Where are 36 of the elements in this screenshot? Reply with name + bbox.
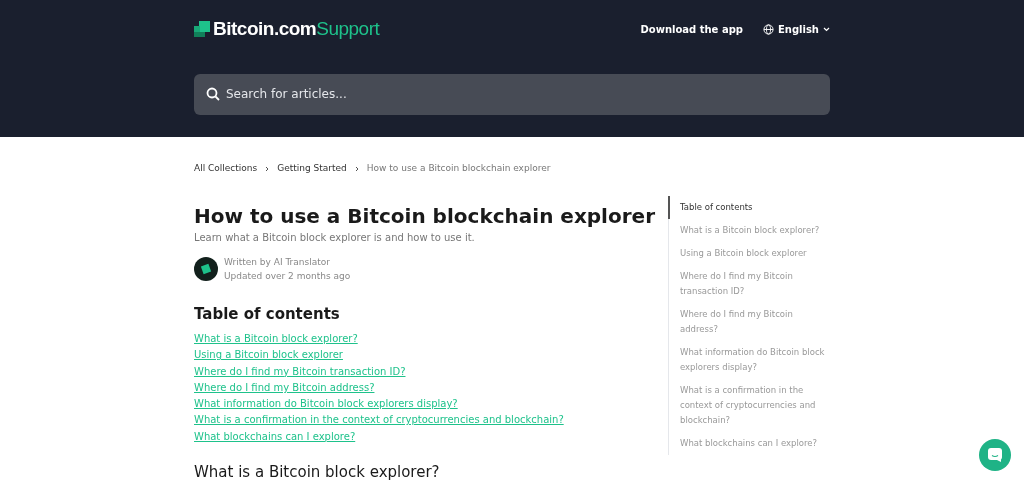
toc-link[interactable]: What information do Bitcoin block explorers display? [194,396,458,413]
toc-link[interactable]: What is a Bitcoin block explorer? [194,331,358,348]
globe-icon [762,23,774,35]
side-toc-link[interactable]: What is a Bitcoin block explorer? [668,218,830,242]
toc-link[interactable]: Where do I find my Bitcoin address? [194,379,375,397]
section-heading: What is a Bitcoin block explorer? [194,462,441,484]
logo-icon [194,21,210,38]
chevron-icon [823,26,830,32]
toc-heading: Table of contents [194,303,341,325]
side-toc-link[interactable]: Where do I find my Bitcoin address? [668,302,830,341]
side-toc-link[interactable]: Table of contents [668,195,830,219]
language-button[interactable]: English [762,21,830,37]
toc-link[interactable]: Using a Bitcoin block explorer [194,347,343,364]
article-subtitle: Learn what a Bitcoin block explorer is and how to use it. [194,230,476,245]
toc-link[interactable]: What is a confirmation in the context of cryptocurrencies and blockchain? [194,412,564,429]
chevron-right-icon [265,165,270,172]
breadcrumb-link[interactable]: Getting Started [277,162,347,176]
side-toc-link[interactable]: What is a confirmation in the context of cryptocurrencies and blockchain? [668,378,830,432]
chat-icon [988,448,1002,462]
article-title: How to use a Bitcoin blockchain explorer [194,202,655,230]
chat-button[interactable] [979,439,1011,471]
breadcrumb-link[interactable]: How to use a Bitcoin blockchain explorer [366,162,551,176]
toc-link[interactable]: What blockchains can I explore? [194,428,356,446]
search-field[interactable]: Search for articles... [194,73,830,115]
chevron-right-icon [354,165,359,172]
updated-text: Updated over 2 months ago [224,269,351,283]
side-toc-link[interactable]: What information do Bitcoin block explorers display? [668,340,830,379]
search-icon [206,86,220,101]
author-avatar [194,256,218,281]
side-toc-link[interactable]: Using a Bitcoin block explorer [668,241,830,265]
breadcrumb-link[interactable]: All Collections [194,162,258,176]
logo[interactable]: Bitcoin.comSupport [194,15,380,44]
download-link[interactable]: Download the app [640,21,743,37]
author-text: Written by AI Translator [224,255,331,269]
side-toc-link[interactable]: Where do I find my Bitcoin transaction ID? [668,264,830,303]
toc-link[interactable]: Where do I find my Bitcoin transaction ID? [194,363,406,380]
